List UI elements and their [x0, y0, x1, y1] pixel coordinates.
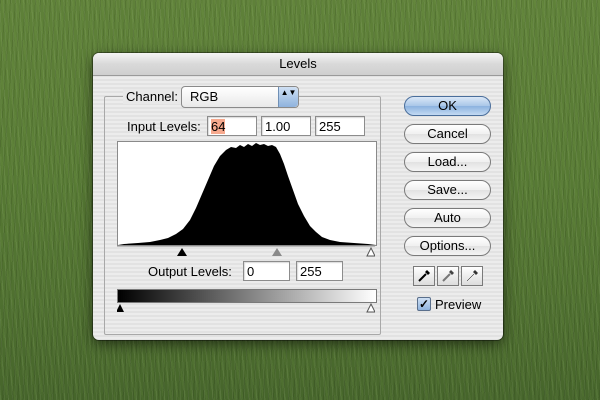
output-white-field[interactable]: 255: [296, 261, 343, 281]
output-levels-label: Output Levels:: [148, 264, 232, 279]
input-black-value: 64: [211, 119, 226, 134]
preview-checkbox[interactable]: ✓: [417, 297, 431, 311]
channel-label: Channel:: [123, 89, 182, 104]
histogram-fill: [118, 143, 376, 245]
output-white-handle[interactable]: [366, 302, 376, 313]
white-eyedropper-icon: [466, 270, 478, 282]
preview-label: Preview: [435, 297, 482, 312]
input-levels-slider[interactable]: [117, 244, 376, 258]
output-levels-slider[interactable]: [116, 301, 376, 313]
auto-button[interactable]: Auto: [404, 208, 491, 228]
input-levels-label: Input Levels:: [127, 119, 201, 134]
input-slider-graphic: [117, 245, 376, 257]
load-button[interactable]: Load...: [404, 152, 491, 172]
output-slider-graphic: [116, 302, 376, 313]
histogram: [117, 141, 377, 246]
output-black-field[interactable]: 0: [243, 261, 290, 281]
channel-select[interactable]: RGB ▲▼: [181, 86, 299, 108]
input-gamma-field[interactable]: 1.00: [261, 116, 311, 136]
black-point-eyedropper-button[interactable]: [413, 266, 435, 286]
levels-dialog: Levels Channel: RGB ▲▼ Input Levels: 64 …: [93, 53, 503, 340]
options-button[interactable]: Options...: [404, 236, 491, 256]
dialog-title[interactable]: Levels: [93, 53, 503, 76]
input-black-field[interactable]: 64: [207, 116, 257, 136]
input-gamma-handle[interactable]: [272, 248, 282, 256]
black-eyedropper-icon: [418, 270, 430, 282]
input-white-handle[interactable]: [366, 246, 376, 257]
ok-button[interactable]: OK: [404, 96, 491, 116]
cancel-button[interactable]: Cancel: [404, 124, 491, 144]
gray-point-eyedropper-button[interactable]: [437, 266, 459, 286]
gray-eyedropper-icon: [442, 270, 454, 282]
histogram-graph: [118, 143, 376, 245]
channel-value: RGB: [190, 89, 219, 104]
white-point-eyedropper-button[interactable]: [461, 266, 483, 286]
input-white-field[interactable]: 255: [315, 116, 365, 136]
save-button[interactable]: Save...: [404, 180, 491, 200]
output-black-handle[interactable]: [116, 304, 124, 312]
select-arrows-icon: ▲▼: [278, 87, 298, 107]
input-black-handle[interactable]: [177, 248, 187, 256]
